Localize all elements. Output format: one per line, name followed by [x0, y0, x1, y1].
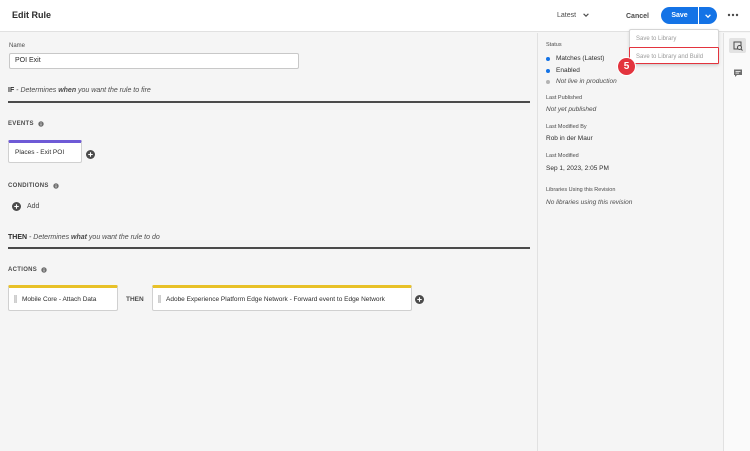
add-condition-label: Add — [27, 203, 40, 210]
libraries-value: No libraries using this revision — [546, 199, 633, 206]
last-published-label: Last Published — [546, 95, 583, 101]
if-section-title: IF - Determines when you want the rule t… — [8, 87, 151, 94]
status-item: Enabled — [546, 67, 580, 74]
more-options-button[interactable] — [727, 10, 739, 20]
more-icon — [727, 13, 739, 17]
action-card-attach-data[interactable]: Mobile Core - Attach Data — [8, 285, 118, 311]
add-action-icon[interactable] — [415, 295, 424, 304]
status-dot — [546, 56, 550, 61]
then-keyword: THEN — [8, 234, 28, 241]
page-title: Edit Rule — [12, 10, 52, 20]
save-button[interactable]: Save — [661, 7, 698, 24]
rail-comments-button[interactable] — [729, 65, 746, 80]
last-modified-value: Sep 1, 2023, 2:05 PM — [546, 165, 609, 172]
status-dot — [546, 68, 550, 73]
last-modified-by-value: Rob in der Maur — [546, 135, 593, 142]
chevron-down-icon — [583, 13, 589, 17]
add-event-icon[interactable] — [86, 150, 95, 159]
info-icon[interactable] — [41, 267, 47, 273]
status-label: Status — [546, 42, 562, 48]
rule-editor: Name POI Exit IF - Determines when you w… — [0, 33, 538, 451]
comment-icon — [733, 69, 742, 77]
revision-select[interactable]: Latest — [557, 11, 590, 19]
drag-handle-icon[interactable] — [14, 295, 17, 303]
status-item: Not live in production — [546, 78, 617, 85]
info-icon[interactable] — [38, 121, 44, 127]
last-modified-by-label: Last Modified By — [546, 124, 587, 130]
step-badge: 5 — [617, 57, 636, 76]
action-card-forward-event[interactable]: Adobe Experience Platform Edge Network -… — [152, 285, 412, 311]
if-divider — [8, 101, 530, 103]
info-icon[interactable] — [52, 183, 59, 189]
action-label: Mobile Core - Attach Data — [22, 295, 97, 303]
revision-select-value: Latest — [557, 11, 577, 19]
add-condition-button[interactable]: Add — [12, 202, 39, 211]
then-connector: THEN — [126, 296, 144, 303]
chevron-down-icon — [705, 13, 711, 18]
libraries-label: Libraries Using this Revision — [546, 187, 616, 193]
right-rail — [723, 33, 750, 451]
status-item: Matches (Latest) — [546, 55, 604, 62]
then-section-title: THEN - Determines what you want the rule… — [8, 234, 160, 241]
save-options-toggle[interactable] — [699, 7, 717, 24]
last-modified-label: Last Modified — [546, 153, 579, 159]
rule-info-panel: Status Matches (Latest) Enabled Not live… — [539, 33, 723, 451]
menu-item-save-to-library-and-build[interactable]: Save to Library and Build — [636, 54, 703, 60]
status-dot — [546, 79, 550, 84]
actions-heading: ACTIONS — [8, 267, 47, 273]
drag-handle-icon[interactable] — [158, 295, 161, 303]
events-heading: EVENTS — [8, 121, 44, 127]
conditions-heading: CONDITIONS — [8, 183, 59, 189]
save-button-group: Save — [661, 7, 717, 24]
name-label: Name — [9, 43, 26, 49]
then-divider — [8, 247, 530, 249]
properties-icon — [733, 41, 743, 51]
last-published-value: Not yet published — [546, 106, 597, 113]
save-options-menu: Save to Library Save to Library and Buil… — [629, 29, 719, 65]
rail-info-button[interactable] — [729, 38, 746, 53]
cancel-button[interactable]: Cancel — [620, 8, 655, 24]
page-header: Edit Rule Latest Cancel Save — [0, 0, 750, 32]
name-input[interactable]: POI Exit — [9, 53, 299, 69]
action-label: Adobe Experience Platform Edge Network -… — [166, 295, 385, 303]
event-card[interactable]: Places - Exit POI — [8, 140, 82, 163]
menu-item-save-to-library[interactable]: Save to Library — [636, 36, 676, 42]
add-icon — [12, 202, 21, 211]
